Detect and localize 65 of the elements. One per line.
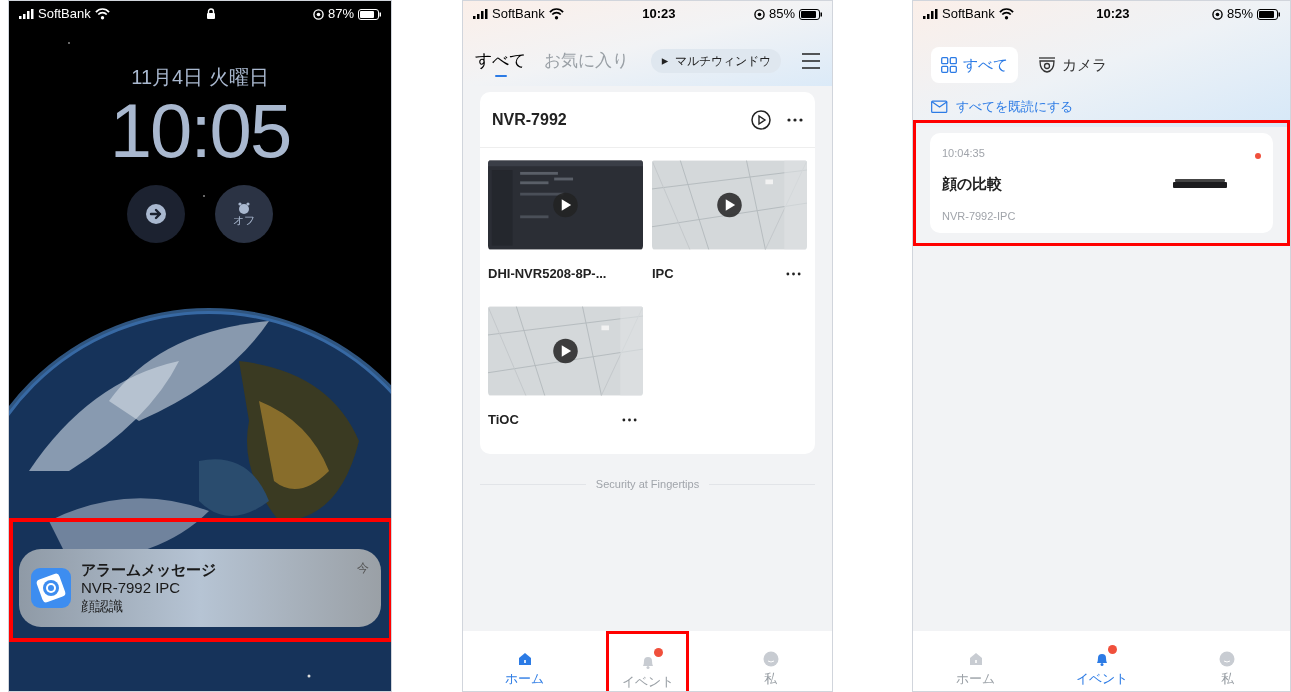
recorder-device-icon [1173,178,1227,188]
nav-tab[interactable]: ホーム [933,631,1019,691]
channel-name: IPC [652,265,674,284]
notification-text: NVR-7992 IPC [81,579,182,597]
lock-screen-date: 11月4日 火曜日 [131,65,269,90]
signal-icon [473,9,488,19]
notification-text: 顔認識 [81,597,124,615]
nav-tab[interactable]: イベント [606,631,689,691]
rotation-lock-icon [753,8,765,20]
nav-tab[interactable]: ホーム [483,631,566,691]
wifi-icon [998,8,1014,20]
camera-icon [1038,57,1056,73]
battery-percentage: 85% [1226,5,1253,24]
more-icon[interactable] [622,418,637,422]
lock-screen-clock: 10:05 [109,91,291,171]
event-card[interactable]: 10:04:35 顔の比較 NVR-7992-IPC [930,132,1273,233]
notification-time: 今 [357,560,369,577]
battery-icon [799,8,822,20]
lock-icon [206,8,217,20]
event-device: NVR-7992-IPC [942,208,1017,224]
wifi-icon [94,8,110,20]
notification-title: アラームメッセージ [81,561,217,579]
mark-all-read-link[interactable]: すべてを既読にする [931,97,1073,117]
play-icon[interactable] [751,109,771,130]
more-icon[interactable] [786,272,801,276]
event-title: 顔の比較 [942,174,1003,194]
grid-icon [941,57,957,73]
battery-percentage: 85% [768,5,795,24]
carrier-name: SoftBank [492,5,545,24]
nav-tab[interactable]: 私 [1184,631,1270,691]
wifi-icon [548,8,564,20]
more-icon[interactable] [787,117,803,122]
home-icon [516,651,533,667]
rotation-lock-icon [312,8,324,20]
menu-icon[interactable] [802,53,820,69]
nav-tab[interactable]: 私 [729,631,812,691]
device-name: NVR-7992 [492,109,567,130]
channel-name: DHI-NVR5208-8P-... [488,265,607,284]
filter-tab[interactable]: カメラ [1028,47,1117,83]
battery-percentage: 87% [327,5,354,24]
mail-icon [931,99,948,114]
event-time: 10:04:35 [942,145,986,161]
nav-tab[interactable]: イベント [1058,631,1145,691]
alarm-clock-icon [238,201,250,214]
tab[interactable]: すべて [475,50,526,77]
profile-icon [762,651,779,667]
filter-tab[interactable]: すべて [931,47,1018,83]
app-icon [31,568,71,608]
carrier-name: SoftBank [942,5,995,24]
battery-icon [1257,8,1280,20]
signal-icon [19,9,34,19]
channel-name: TiOC [488,411,519,430]
rotation-lock-icon [1211,8,1223,20]
profile-icon [1219,651,1236,667]
multi-window-button[interactable]: マルチウィンドウ [651,49,781,73]
footer-tagline: Security at Fingertips [595,477,700,492]
home-icon [967,651,984,667]
carrier-name: SoftBank [38,5,91,24]
signal-icon [923,9,938,19]
tab[interactable]: お気に入り [544,50,629,77]
notification-card[interactable]: アラームメッセージ NVR-7992 IPC 顔認識 今 [19,549,381,627]
status-time: 10:23 [1096,5,1130,24]
play-icon [661,56,669,66]
battery-icon [358,8,381,20]
status-time: 10:23 [642,5,676,24]
